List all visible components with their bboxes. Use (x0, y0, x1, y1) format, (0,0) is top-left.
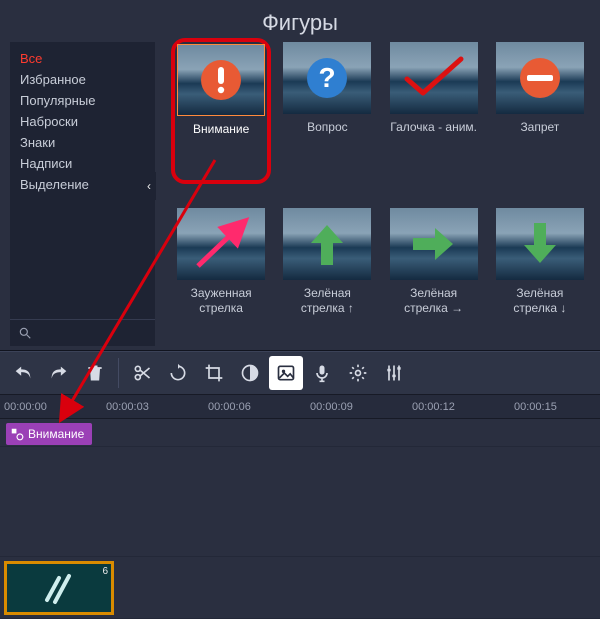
check-icon (390, 42, 478, 114)
titles-track[interactable]: Внимание (0, 419, 600, 447)
shape-label: Запрет (520, 120, 559, 150)
shape-tile-forbid[interactable]: Запрет (494, 42, 586, 200)
shape-tile-check[interactable]: Галочка - аним. (388, 42, 480, 200)
video-track[interactable]: 6 (0, 557, 600, 619)
redo-icon (48, 362, 70, 384)
sidebar-item-favorites[interactable]: Избранное (10, 69, 155, 90)
shape-thumb[interactable] (390, 42, 478, 114)
sliders-button[interactable] (377, 356, 411, 390)
contrast-icon (240, 363, 260, 383)
delete-button[interactable] (78, 356, 112, 390)
time-mark: 00:00:03 (106, 401, 149, 413)
category-list: Все Избранное Популярные Наброски Знаки … (10, 42, 155, 201)
category-sidebar: Все Избранное Популярные Наброски Знаки … (10, 42, 155, 346)
shapes-clip-icon (10, 427, 24, 441)
arrow-green-right-icon (390, 208, 478, 280)
undo-button[interactable] (6, 356, 40, 390)
shape-label: Зелёная стрелка → (388, 286, 480, 316)
time-mark: 00:00:00 (4, 401, 47, 413)
image-icon (276, 363, 296, 383)
time-mark: 00:00:06 (208, 401, 251, 413)
gear-icon (348, 363, 368, 383)
arrow-green-up-icon (283, 208, 371, 280)
question-icon: ? (283, 42, 371, 114)
search-input[interactable] (38, 326, 147, 340)
exclaim-icon (178, 45, 264, 115)
crop-button[interactable] (197, 356, 231, 390)
clip-attention[interactable]: Внимание (6, 423, 92, 445)
redo-button[interactable] (42, 356, 76, 390)
undo-icon (12, 362, 34, 384)
time-mark: 00:00:09 (310, 401, 353, 413)
sidebar-item-all[interactable]: Все (10, 48, 155, 69)
shape-thumb[interactable] (496, 208, 584, 280)
shape-label: Вопрос (307, 120, 348, 150)
panel-title: Фигуры (0, 0, 600, 42)
shape-thumb[interactable] (177, 44, 265, 116)
clip-duration: 6 (102, 566, 108, 577)
track-area[interactable] (0, 447, 600, 557)
trash-icon (85, 363, 105, 383)
chevron-left-icon: ‹ (147, 179, 151, 193)
arrow-green-down-icon (496, 208, 584, 280)
time-mark: 00:00:15 (514, 401, 557, 413)
time-mark: 00:00:12 (412, 401, 455, 413)
shape-tile-narrow-arrow[interactable]: Зауженная стрелка (175, 208, 267, 336)
shape-tile-attention[interactable]: Внимание (175, 42, 267, 200)
timeline-toolbar (0, 351, 600, 395)
microphone-icon (312, 363, 332, 383)
tutorial-highlight: Внимание (171, 38, 271, 184)
shapes-browser: Все Избранное Популярные Наброски Знаки … (0, 42, 600, 346)
shape-label: Внимание (177, 122, 265, 152)
clip-label: Внимание (28, 427, 84, 441)
shape-tile-green-up[interactable]: Зелёная стрелка ↑ (281, 208, 373, 336)
rotate-icon (168, 363, 188, 383)
sidebar-item-sketches[interactable]: Наброски (10, 111, 155, 132)
shape-thumb[interactable]: ? (283, 42, 371, 114)
sidebar-item-popular[interactable]: Популярные (10, 90, 155, 111)
sidebar-item-highlight[interactable]: Выделение (10, 174, 155, 195)
search-icon (18, 326, 32, 340)
shape-label: Зелёная стрелка ↑ (281, 286, 373, 316)
chromakey-button[interactable] (269, 356, 303, 390)
clip-properties-button[interactable] (341, 356, 375, 390)
shape-tile-question[interactable]: ? Вопрос (281, 42, 373, 200)
cut-button[interactable] (125, 356, 159, 390)
shape-tile-green-down[interactable]: Зелёная стрелка ↓ (494, 208, 586, 336)
record-audio-button[interactable] (305, 356, 339, 390)
shapes-grid: Внимание ? Вопрос Галочка - аним. (155, 42, 590, 346)
shape-thumb[interactable] (283, 208, 371, 280)
video-thumb-graphic (39, 568, 79, 608)
divider (118, 358, 119, 388)
video-clip[interactable]: 6 (4, 561, 114, 615)
shape-thumb[interactable] (390, 208, 478, 280)
color-adjust-button[interactable] (233, 356, 267, 390)
shape-label: Зелёная стрелка ↓ (494, 286, 586, 316)
search-row (10, 319, 155, 346)
arrow-pink-ne-icon (177, 208, 265, 280)
sidebar-item-signs[interactable]: Знаки (10, 132, 155, 153)
crop-icon (204, 363, 224, 383)
timeline-ruler[interactable]: 00:00:00 00:00:03 00:00:06 00:00:09 00:0… (0, 395, 600, 419)
timeline-tracks: Внимание 6 (0, 419, 600, 619)
sidebar-collapse-handle[interactable]: ‹ (142, 172, 156, 200)
shape-tile-green-right[interactable]: Зелёная стрелка → (388, 208, 480, 336)
shape-label: Зауженная стрелка (175, 286, 267, 316)
svg-text:?: ? (319, 62, 336, 93)
shape-label: Галочка - аним. (390, 120, 477, 150)
noentry-icon (496, 42, 584, 114)
shape-thumb[interactable] (496, 42, 584, 114)
shape-thumb[interactable] (177, 208, 265, 280)
scissors-icon (132, 363, 152, 383)
sliders-icon (384, 363, 404, 383)
rotate-button[interactable] (161, 356, 195, 390)
sidebar-item-captions[interactable]: Надписи (10, 153, 155, 174)
